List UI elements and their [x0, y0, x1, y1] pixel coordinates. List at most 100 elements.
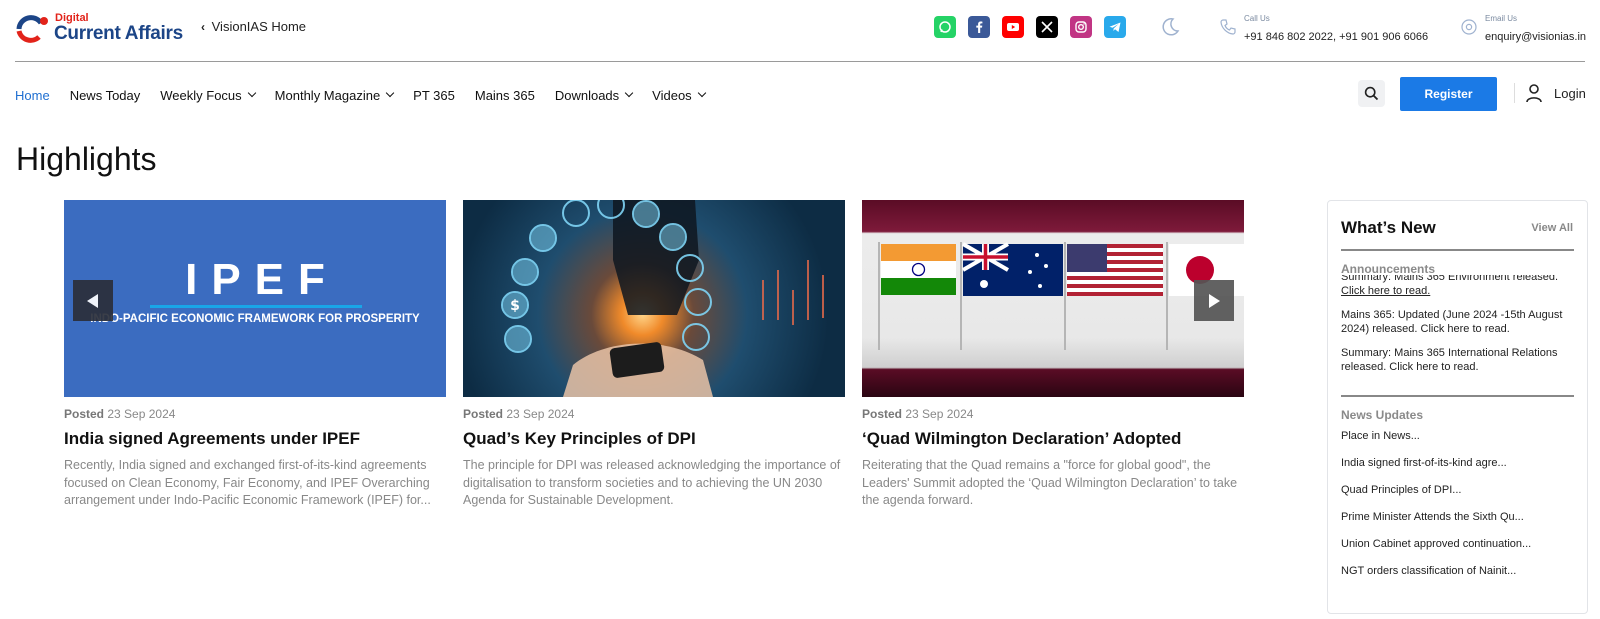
nav-item-label: PT 365 [413, 87, 455, 103]
highlight-card[interactable]: Posted 23 Sep 2024 ‘Quad Wilmington Decl… [862, 200, 1244, 510]
visionias-home-label: VisionIAS Home [211, 19, 307, 34]
news-update-item[interactable]: NGT orders classification of Nainit... [1341, 565, 1516, 577]
call-us-label: Call Us [1244, 14, 1270, 23]
x-icon[interactable] [1036, 16, 1058, 38]
nav-item-downloads[interactable]: Downloads [554, 87, 634, 103]
nav-item-label: Downloads [554, 87, 620, 103]
dark-mode-toggle-icon[interactable] [1159, 16, 1181, 38]
announcement-item[interactable]: Summary: Mains 365 Environment released.… [1341, 275, 1576, 298]
news-update-item[interactable]: Quad Principles of DPI... [1341, 484, 1461, 496]
search-button[interactable] [1358, 80, 1385, 107]
visionias-home-link[interactable]: ‹ VisionIAS Home [201, 19, 306, 34]
news-update-item[interactable]: India signed first-of-its-kind agre... [1341, 457, 1507, 469]
whats-new-divider [1341, 249, 1574, 251]
search-icon [1364, 86, 1379, 101]
nav-item-videos[interactable]: Videos [652, 87, 706, 103]
usa-flag [1067, 244, 1163, 296]
email-us-label: Email Us [1485, 14, 1518, 23]
card-description: Reiterating that the Quad remains a "for… [862, 458, 1238, 507]
nav-item-label: News Today [69, 87, 141, 103]
chevron-down-icon [247, 88, 256, 98]
posted-label: Posted [463, 407, 504, 421]
card-title[interactable]: ‘Quad Wilmington Declaration’ Adopted [862, 429, 1244, 449]
carousel-prev-button[interactable] [73, 280, 113, 321]
user-icon [1526, 84, 1542, 103]
youtube-icon[interactable] [1002, 16, 1024, 38]
telegram-icon[interactable] [1104, 16, 1126, 38]
ipef-banner-underline [150, 305, 362, 308]
nav-item-monthly-magazine[interactable]: Monthly Magazine [275, 88, 395, 103]
highlight-card[interactable]: $ Posted 23 Sep 2024 Quad’s Key Principl… [463, 200, 845, 510]
posted-label: Posted [862, 407, 903, 421]
posted-date-value: 23 Sep 2024 [905, 407, 974, 421]
nav-item-label: Videos [652, 87, 692, 103]
carousel-next-button[interactable] [1194, 280, 1234, 321]
view-all-link[interactable]: View All [1531, 222, 1573, 234]
chevron-down-icon [624, 88, 634, 98]
chevron-down-icon [697, 88, 706, 98]
announcements-divider [1341, 395, 1574, 397]
login-label: Login [1554, 85, 1586, 101]
facebook-icon[interactable] [968, 16, 990, 38]
card-description: The principle for DPI was released ackno… [463, 458, 841, 507]
phone-icon [1220, 19, 1236, 35]
card-title[interactable]: India signed Agreements under IPEF [64, 429, 446, 449]
nav-item-home[interactable]: Home [15, 88, 50, 103]
news-update-item[interactable]: Union Cabinet approved continuation... [1341, 538, 1531, 550]
nav-item-news-today[interactable]: News Today [70, 88, 141, 103]
whats-new-panel: What’s New View All Announcements Summar… [1327, 200, 1588, 614]
posted-label: Posted [64, 407, 105, 421]
email-us-block: Email Us enquiry@visionias.in [1460, 14, 1590, 46]
news-update-item[interactable]: Place in News... [1341, 430, 1420, 442]
chevron-down-icon [385, 88, 395, 98]
site-logo[interactable]: Digital Current Affairs [15, 11, 185, 45]
top-bar: Digital Current Affairs ‹ VisionIAS Home [0, 0, 1600, 62]
email-us-address[interactable]: enquiry@visionias.in [1485, 31, 1586, 43]
logo-brand-text: Current Affairs [54, 23, 183, 44]
triangle-left-icon [87, 293, 98, 308]
announcements-heading: Announcements [1341, 262, 1436, 276]
nav-item-weekly-focus[interactable]: Weekly Focus [160, 87, 256, 103]
australia-flag [961, 242, 1063, 296]
digital-public-infrastructure-image: $ [463, 200, 845, 397]
announcement-read-link[interactable]: Click here to read. [1341, 285, 1430, 297]
at-sign-icon [1461, 19, 1477, 35]
announcement-text: Summary: Mains 365 International Relatio… [1341, 347, 1558, 373]
nav-item-label: Weekly Focus [160, 87, 242, 103]
svg-text:$: $ [510, 298, 520, 314]
logo-mark-icon [16, 15, 48, 43]
announcement-text: Mains 365: Updated (June 2024 -15th Augu… [1341, 309, 1563, 335]
highlight-card[interactable]: IPEF INDO-PACIFIC ECONOMIC FRAMEWORK FOR… [64, 200, 446, 510]
announcements-list[interactable]: Summary: Mains 365 Environment released.… [1341, 275, 1576, 393]
announcement-item[interactable]: Mains 365: Updated (June 2024 -15th Augu… [1341, 308, 1576, 336]
posted-date: Posted 23 Sep 2024 [463, 407, 845, 421]
whatsapp-icon[interactable] [934, 16, 956, 38]
nav-item-label: Home [15, 87, 50, 103]
announcement-text: Summary: Mains 365 Environment released. [1341, 275, 1559, 283]
call-us-block: Call Us +91 846 802 2022, +91 901 906 60… [1219, 14, 1429, 46]
posted-date-value: 23 Sep 2024 [107, 407, 176, 421]
ipef-banner-image: IPEF INDO-PACIFIC ECONOMIC FRAMEWORK FOR… [64, 200, 446, 397]
card-description: Recently, India signed and exchanged fir… [64, 458, 431, 507]
quad-flags-illustration [878, 242, 1244, 350]
posted-date-value: 23 Sep 2024 [506, 407, 575, 421]
news-updates-heading: News Updates [1341, 408, 1424, 422]
india-flag [881, 244, 956, 295]
news-update-item[interactable]: Prime Minister Attends the Sixth Qu... [1341, 511, 1524, 523]
nav-item-pt-365[interactable]: PT 365 [413, 88, 455, 103]
header-divider [15, 61, 1585, 62]
nav-item-mains-365[interactable]: Mains 365 [475, 88, 535, 103]
login-button[interactable]: Login [1524, 82, 1586, 104]
call-us-numbers[interactable]: +91 846 802 2022, +91 901 906 6066 [1244, 31, 1428, 43]
card-title[interactable]: Quad’s Key Principles of DPI [463, 429, 845, 449]
posted-date: Posted 23 Sep 2024 [862, 407, 1244, 421]
ipef-banner-title: IPEF [185, 255, 339, 304]
instagram-icon[interactable] [1070, 16, 1092, 38]
page-title: Highlights [16, 141, 157, 177]
nav-item-label: Mains 365 [474, 87, 535, 103]
register-button[interactable]: Register [1400, 77, 1497, 111]
triangle-right-icon [1209, 293, 1220, 308]
whats-new-title: What’s New [1341, 218, 1436, 237]
dpi-illustration: $ [501, 200, 824, 397]
announcement-item[interactable]: Summary: Mains 365 International Relatio… [1341, 346, 1576, 374]
